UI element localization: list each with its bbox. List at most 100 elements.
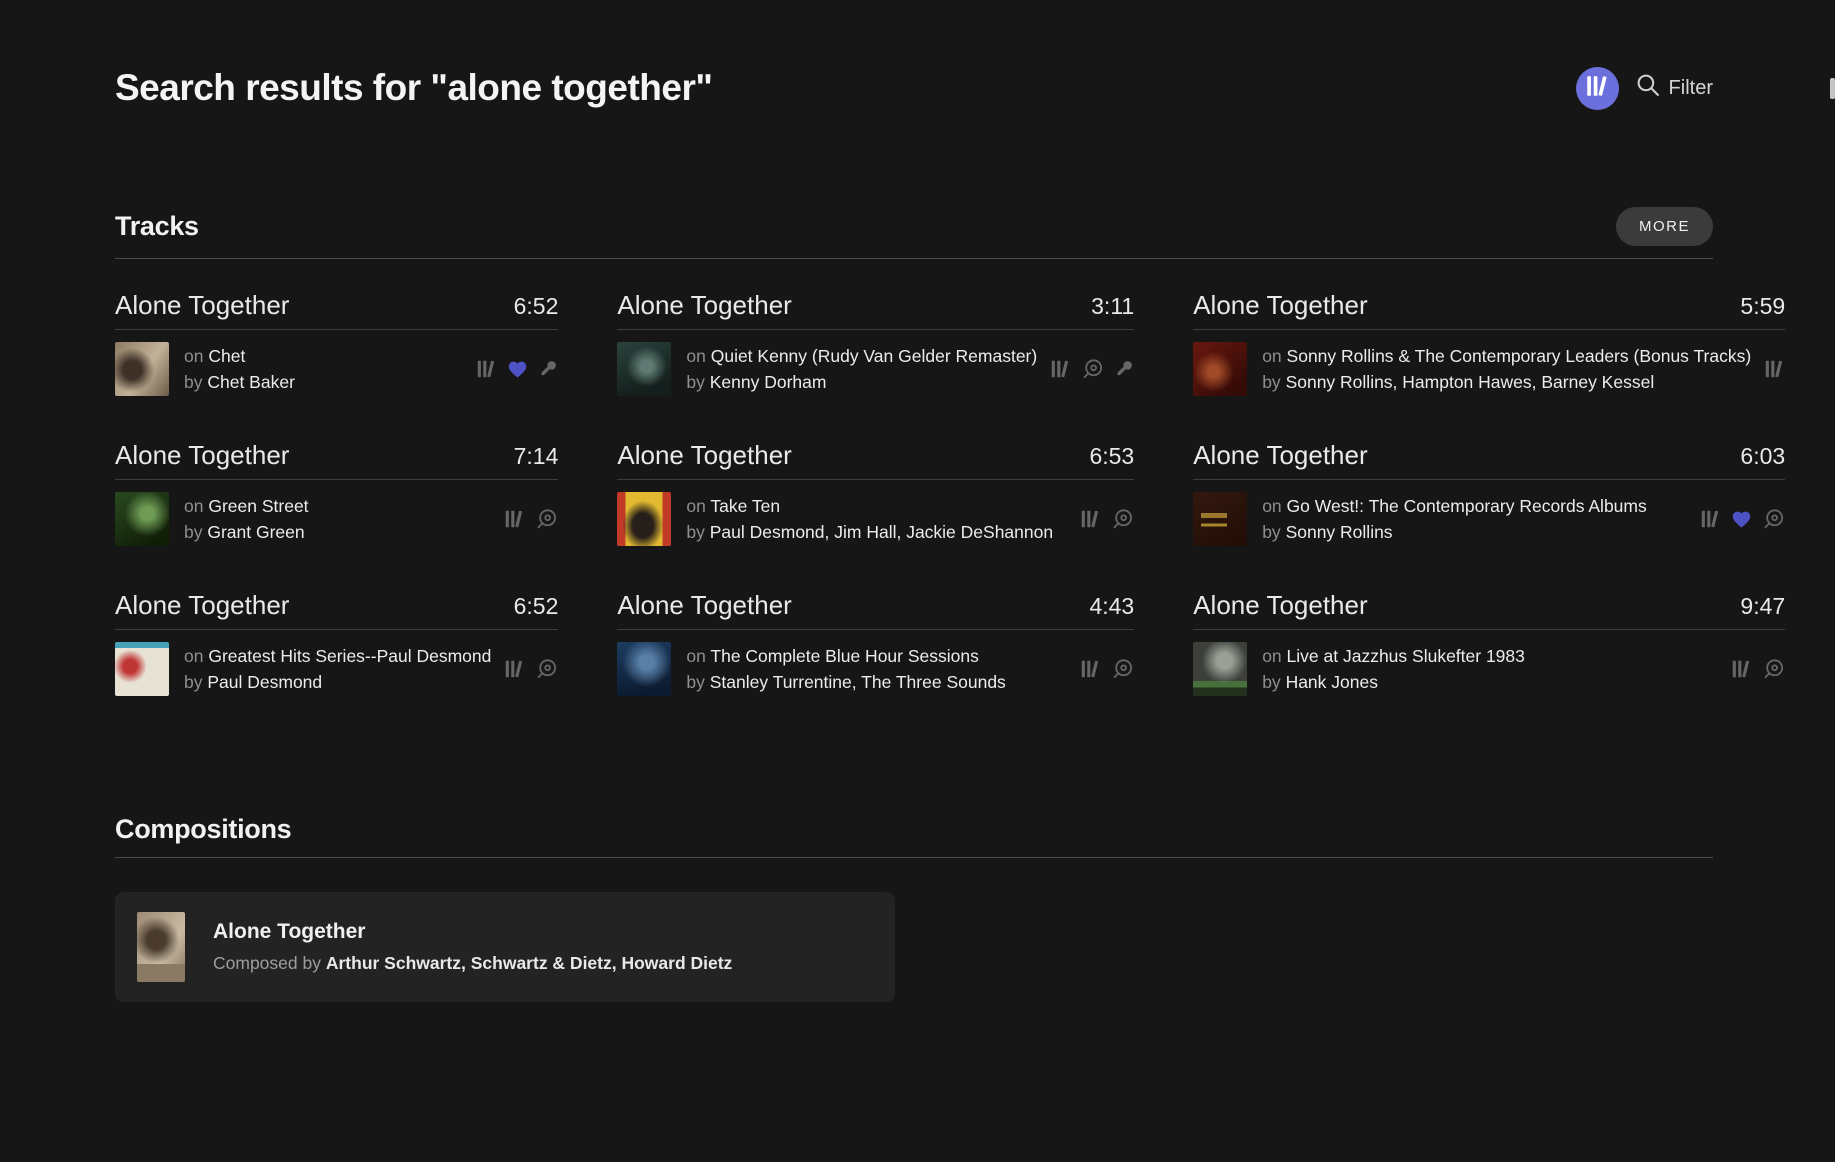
by-label: by: [686, 672, 704, 692]
by-label: by: [686, 372, 704, 392]
heart-icon[interactable]: [507, 359, 528, 380]
track-divider: [115, 629, 558, 630]
album-link[interactable]: Chet: [208, 346, 245, 366]
track-title[interactable]: Alone Together: [1193, 289, 1367, 321]
artist-link[interactable]: Sonny Rollins, Hampton Hawes, Barney Kes…: [1286, 372, 1655, 392]
track-title[interactable]: Alone Together: [617, 589, 791, 621]
track-duration: 6:03: [1740, 443, 1785, 470]
tracks-section-header: Tracks MORE: [115, 207, 1713, 246]
on-label: on: [686, 346, 705, 366]
library-icon: [1763, 358, 1785, 380]
album-link[interactable]: Quiet Kenny (Rudy Van Gelder Remaster): [711, 346, 1037, 366]
on-label: on: [184, 646, 203, 666]
disc-search-icon: [1111, 508, 1134, 531]
track-duration: 5:59: [1740, 293, 1785, 320]
artist-link[interactable]: Paul Desmond, Jim Hall, Jackie DeShannon: [710, 522, 1053, 542]
compositions-section-title: Compositions: [115, 814, 291, 845]
search-icon: [1636, 73, 1661, 103]
track-title[interactable]: Alone Together: [617, 439, 791, 471]
library-icon: [1699, 508, 1721, 530]
track-divider: [617, 479, 1134, 480]
album-link[interactable]: The Complete Blue Hour Sessions: [710, 646, 978, 666]
composition-item[interactable]: Alone Together Composed by Arthur Schwar…: [115, 892, 895, 1002]
album-art[interactable]: [1193, 342, 1247, 396]
disc-search-icon: [1081, 358, 1104, 381]
track-title[interactable]: Alone Together: [1193, 439, 1367, 471]
album-art[interactable]: [617, 342, 671, 396]
track-divider: [115, 329, 558, 330]
on-label: on: [686, 646, 705, 666]
artist-link[interactable]: Paul Desmond: [207, 672, 322, 692]
album-link[interactable]: Greatest Hits Series--Paul Desmond: [208, 646, 491, 666]
disc-search-icon: [535, 508, 558, 531]
tracks-grid: Alone Together 6:52 on Chet by Chet Bake…: [115, 289, 1713, 739]
filter-label: Filter: [1669, 77, 1713, 100]
track-duration: 7:14: [514, 443, 559, 470]
track-result: Alone Together 6:52 on Chet by Chet Bake…: [115, 289, 558, 396]
by-label: by: [1262, 372, 1280, 392]
composer-links[interactable]: Arthur Schwartz, Schwartz & Dietz, Howar…: [326, 953, 732, 973]
artist-link[interactable]: Grant Green: [207, 522, 304, 542]
by-label: by: [1262, 672, 1280, 692]
album-art[interactable]: [617, 642, 671, 696]
album-art[interactable]: [1193, 642, 1247, 696]
scrollbar-thumb[interactable]: [1830, 78, 1835, 99]
artist-link[interactable]: Sonny Rollins: [1286, 522, 1393, 542]
disc-search-icon: [1762, 508, 1785, 531]
by-label: by: [184, 372, 202, 392]
track-duration: 4:43: [1089, 593, 1134, 620]
track-title[interactable]: Alone Together: [115, 439, 289, 471]
track-duration: 9:47: [1740, 593, 1785, 620]
album-art[interactable]: [617, 492, 671, 546]
composition-album-art[interactable]: [137, 912, 185, 982]
library-icon: [1584, 73, 1610, 104]
album-art[interactable]: [1193, 492, 1247, 546]
track-divider: [1193, 479, 1785, 480]
on-label: on: [1262, 346, 1281, 366]
library-icon: [1730, 658, 1752, 680]
album-link[interactable]: Green Street: [208, 496, 308, 516]
artist-link[interactable]: Hank Jones: [1286, 672, 1378, 692]
track-result: Alone Together 6:52 on Greatest Hits Ser…: [115, 589, 558, 696]
on-label: on: [184, 346, 203, 366]
track-title[interactable]: Alone Together: [1193, 589, 1367, 621]
album-link[interactable]: Live at Jazzhus Slukefter 1983: [1287, 646, 1525, 666]
on-label: on: [1262, 496, 1281, 516]
artist-link[interactable]: Chet Baker: [207, 372, 295, 392]
track-divider: [1193, 629, 1785, 630]
library-badge-button[interactable]: [1576, 67, 1619, 110]
artist-link[interactable]: Kenny Dorham: [710, 372, 827, 392]
album-link[interactable]: Go West!: The Contemporary Records Album…: [1287, 496, 1647, 516]
track-title[interactable]: Alone Together: [617, 289, 791, 321]
disc-search-icon: [1762, 658, 1785, 681]
track-result: Alone Together 3:11 on Quiet Kenny (Rudy…: [617, 289, 1134, 396]
microphone-icon: [538, 359, 558, 379]
section-divider: [115, 857, 1713, 858]
track-title[interactable]: Alone Together: [115, 589, 289, 621]
album-link[interactable]: Sonny Rollins & The Contemporary Leaders…: [1287, 346, 1752, 366]
track-duration: 6:53: [1089, 443, 1134, 470]
microphone-icon: [1114, 359, 1134, 379]
composition-title[interactable]: Alone Together: [213, 920, 732, 944]
search-results-page: Search results for "alone together" Filt…: [0, 62, 1835, 1002]
album-link[interactable]: Take Ten: [710, 496, 780, 516]
tracks-section: Tracks MORE Alone Together 6:52 on Chet …: [115, 207, 1713, 739]
album-art[interactable]: [115, 642, 169, 696]
track-duration: 6:52: [514, 593, 559, 620]
by-label: by: [184, 672, 202, 692]
track-duration: 3:11: [1091, 293, 1134, 320]
on-label: on: [184, 496, 203, 516]
album-art[interactable]: [115, 492, 169, 546]
track-title[interactable]: Alone Together: [115, 289, 289, 321]
library-icon: [475, 358, 497, 380]
album-art[interactable]: [115, 342, 169, 396]
disc-search-icon: [1111, 658, 1134, 681]
filter-button[interactable]: Filter: [1636, 73, 1713, 103]
section-divider: [115, 258, 1713, 259]
by-label: by: [686, 522, 704, 542]
header-controls: Filter: [1576, 67, 1713, 110]
artist-link[interactable]: Stanley Turrentine, The Three Sounds: [710, 672, 1006, 692]
tracks-more-button[interactable]: MORE: [1616, 207, 1713, 246]
heart-icon[interactable]: [1731, 509, 1752, 530]
track-result: Alone Together 6:53 on Take Ten by Paul …: [617, 439, 1134, 546]
